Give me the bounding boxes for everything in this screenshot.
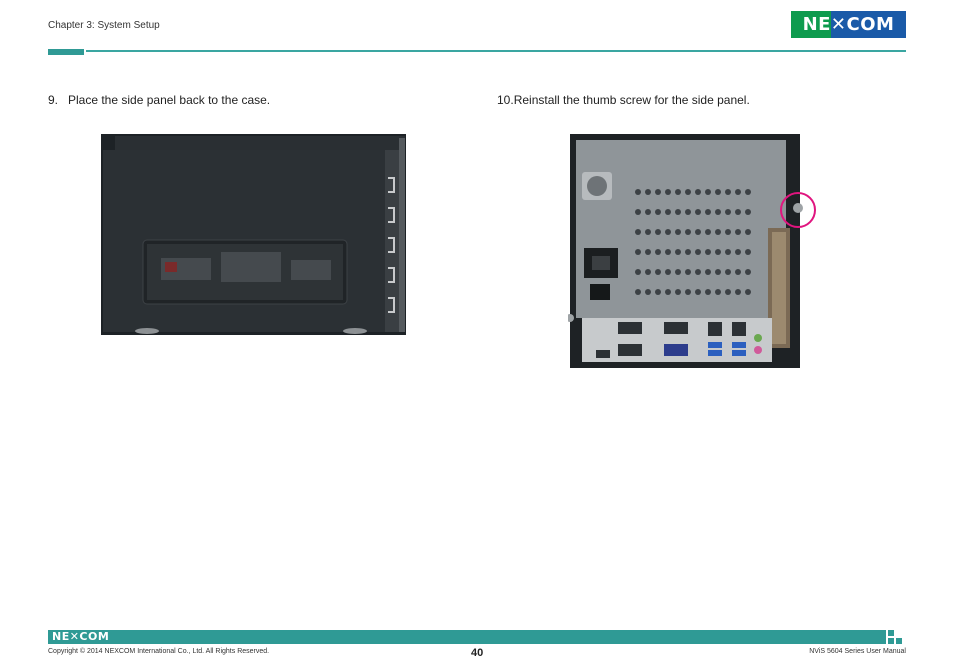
page-number: 40 bbox=[471, 647, 484, 659]
step-number: 10. bbox=[497, 93, 514, 107]
step-10: 10.Reinstall the thumb screw for the sid… bbox=[497, 93, 750, 107]
rear-panel-thumb-screw-photo bbox=[568, 132, 816, 370]
header-rule-accent bbox=[48, 49, 84, 55]
footer-squares-icon bbox=[888, 630, 902, 644]
step-text: Reinstall the thumb screw for the side p… bbox=[513, 93, 750, 107]
manual-title: NViS 5604 Series User Manual bbox=[809, 648, 906, 655]
side-panel-installed-photo bbox=[101, 134, 406, 335]
footer-bar bbox=[48, 630, 886, 644]
footer-logo: NE✕COM bbox=[52, 630, 110, 643]
copyright-text: Copyright © 2014 NEXCOM International Co… bbox=[48, 648, 270, 655]
header-rule bbox=[86, 50, 906, 52]
step-number: 9. bbox=[48, 93, 59, 107]
nexcom-logo: NE✕COM bbox=[791, 11, 906, 38]
chapter-title: Chapter 3: System Setup bbox=[48, 20, 160, 31]
step-9: 9. Place the side panel back to the case. bbox=[48, 93, 270, 107]
step-text: Place the side panel back to the case. bbox=[68, 93, 271, 107]
logo-wordmark: NE✕COM bbox=[802, 14, 895, 35]
